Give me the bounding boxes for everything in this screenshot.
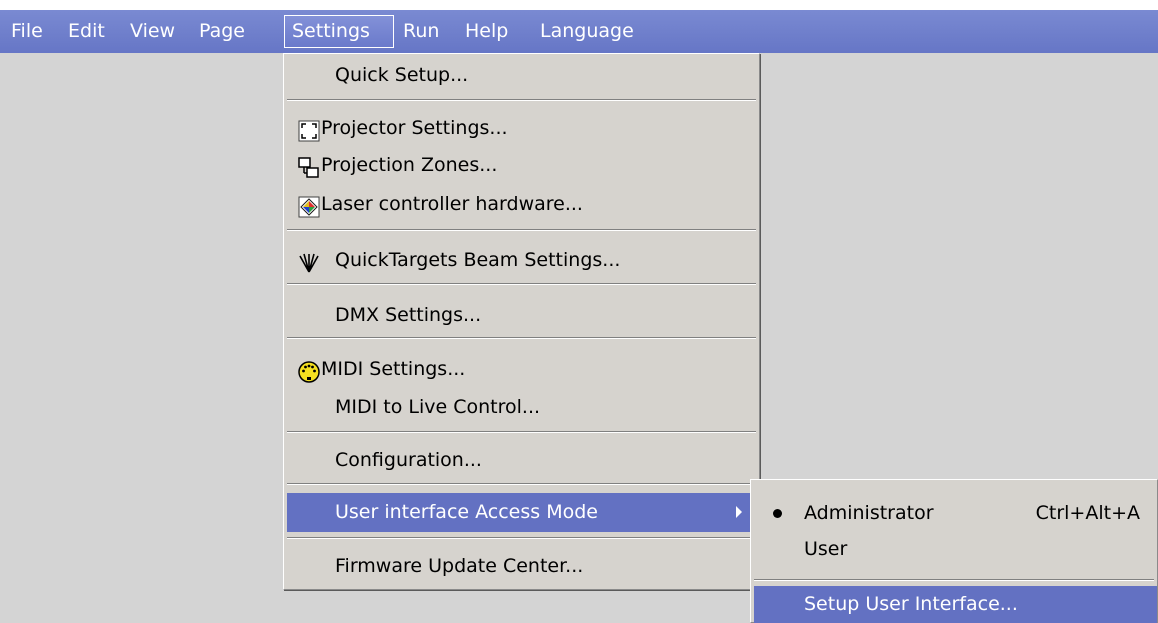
menu-item-access-mode[interactable]: User interface Access Mode <box>287 493 756 532</box>
menu-item-label: Firmware Update Center... <box>335 555 584 577</box>
menu-file[interactable]: File <box>4 10 50 53</box>
menu-item-label: User interface Access Mode <box>335 501 598 523</box>
radio-bullet-icon <box>773 509 782 518</box>
menu-item-label: Projector Settings... <box>321 117 508 139</box>
menu-run[interactable]: Run <box>396 10 446 53</box>
menu-help[interactable]: Help <box>458 10 515 53</box>
menu-separator <box>287 483 756 485</box>
menu-separator <box>287 99 756 101</box>
menu-bar: File Edit View Page Settings Run Help La… <box>0 10 1158 53</box>
projection-zones-icon <box>298 154 320 178</box>
window-top-edge <box>0 0 1158 10</box>
menu-separator <box>287 431 756 433</box>
submenu-item-administrator[interactable]: Administrator Ctrl+Alt+A <box>754 494 1154 532</box>
beam-fan-icon <box>298 249 320 273</box>
menu-edit[interactable]: Edit <box>61 10 112 53</box>
keyboard-shortcut: Ctrl+Alt+A <box>1035 502 1140 524</box>
menu-item-configuration[interactable]: Configuration... <box>287 441 756 479</box>
menu-separator <box>754 579 1154 581</box>
menu-item-projection-zones[interactable]: Projection Zones... <box>287 146 756 184</box>
menu-item-label: QuickTargets Beam Settings... <box>335 249 621 271</box>
menu-item-label: DMX Settings... <box>335 304 482 326</box>
settings-menu: Quick Setup... Projector Settings... Pro… <box>283 53 760 590</box>
menu-item-label: MIDI to Live Control... <box>335 396 541 418</box>
submenu-item-user[interactable]: User <box>754 530 1154 568</box>
menu-separator <box>287 283 756 285</box>
menu-item-label: Laser controller hardware... <box>321 193 583 215</box>
menu-item-midi-live-control[interactable]: MIDI to Live Control... <box>287 388 756 426</box>
laser-hardware-icon <box>298 193 320 218</box>
menu-language[interactable]: Language <box>533 10 641 53</box>
menu-view[interactable]: View <box>123 10 182 53</box>
menu-settings[interactable]: Settings <box>284 15 394 48</box>
menu-item-midi-settings[interactable]: MIDI Settings... <box>287 350 756 388</box>
menu-item-projector-settings[interactable]: Projector Settings... <box>287 109 756 147</box>
submenu-item-label: User <box>804 538 848 560</box>
access-mode-submenu: Administrator Ctrl+Alt+A User Setup User… <box>750 479 1158 623</box>
menu-page[interactable]: Page <box>192 10 252 53</box>
menu-item-label: Configuration... <box>335 449 482 471</box>
submenu-item-label: Setup User Interface... <box>804 593 1018 615</box>
submenu-item-setup-ui[interactable]: Setup User Interface... <box>754 586 1157 623</box>
menu-item-label: Projection Zones... <box>321 154 498 176</box>
menu-separator <box>287 229 756 231</box>
menu-separator <box>287 337 756 339</box>
midi-connector-icon <box>298 358 320 383</box>
menu-item-label: MIDI Settings... <box>321 358 466 380</box>
menu-item-quicktargets[interactable]: QuickTargets Beam Settings... <box>287 241 756 279</box>
menu-item-label: Quick Setup... <box>335 64 469 86</box>
projector-frame-icon <box>298 117 320 142</box>
submenu-item-label: Administrator <box>804 502 934 524</box>
submenu-arrow-icon <box>736 506 742 518</box>
menu-item-laser-controller[interactable]: Laser controller hardware... <box>287 185 756 223</box>
menu-item-dmx-settings[interactable]: DMX Settings... <box>287 296 756 334</box>
menu-item-quick-setup[interactable]: Quick Setup... <box>287 56 756 94</box>
menu-separator <box>287 537 756 539</box>
menu-item-firmware-update[interactable]: Firmware Update Center... <box>287 547 756 585</box>
